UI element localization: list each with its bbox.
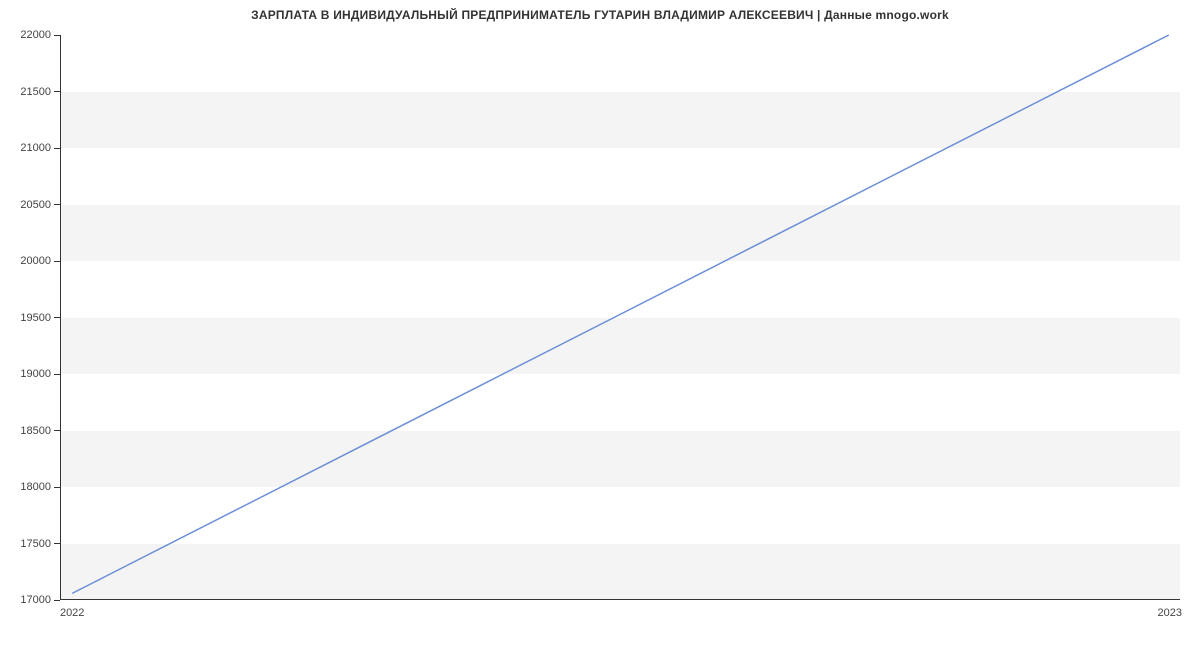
- y-tick: [54, 374, 60, 375]
- y-tick: [54, 148, 60, 149]
- y-axis-label: 21000: [20, 142, 51, 154]
- y-axis-label: 17000: [20, 594, 51, 606]
- line-series: [61, 35, 1180, 599]
- salary-line-chart: ЗАРПЛАТА В ИНДИВИДУАЛЬНЫЙ ПРЕДПРИНИМАТЕЛ…: [0, 0, 1200, 650]
- y-tick: [54, 600, 60, 601]
- y-axis-label: 21500: [20, 86, 51, 98]
- series-line: [72, 35, 1169, 593]
- y-axis-label: 22000: [20, 29, 51, 41]
- y-axis-label: 20000: [20, 255, 51, 267]
- y-tick: [54, 317, 60, 318]
- y-tick: [54, 430, 60, 431]
- y-tick: [54, 35, 60, 36]
- x-axis-label: 2022: [60, 607, 84, 619]
- x-axis-label: 2023: [1158, 607, 1182, 619]
- y-tick: [54, 91, 60, 92]
- y-axis-label: 20500: [20, 199, 51, 211]
- chart-title: ЗАРПЛАТА В ИНДИВИДУАЛЬНЫЙ ПРЕДПРИНИМАТЕЛ…: [0, 8, 1200, 22]
- plot-area: 1700017500180001850019000195002000020500…: [60, 35, 1180, 600]
- y-tick: [54, 204, 60, 205]
- y-tick: [54, 543, 60, 544]
- y-axis-label: 18500: [20, 425, 51, 437]
- y-axis-label: 17500: [20, 538, 51, 550]
- y-axis-label: 19000: [20, 368, 51, 380]
- y-axis-label: 19500: [20, 312, 51, 324]
- y-axis-label: 18000: [20, 481, 51, 493]
- y-tick: [54, 487, 60, 488]
- y-tick: [54, 261, 60, 262]
